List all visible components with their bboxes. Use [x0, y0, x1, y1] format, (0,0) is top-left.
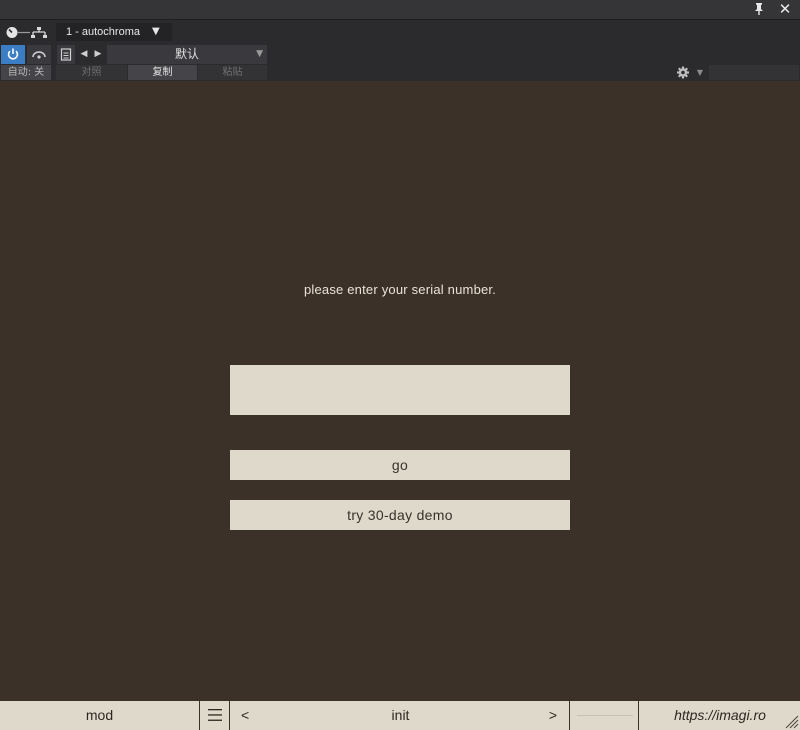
preset-navigator: init < > [231, 701, 570, 730]
mod-button[interactable]: mod [0, 701, 200, 730]
settings-field [709, 65, 799, 80]
track-instance-label: 1 - autochroma [66, 26, 140, 38]
chevron-down-icon: ▼ [256, 49, 263, 59]
document-icon [60, 48, 72, 61]
slider-track [577, 715, 633, 716]
preset-dropdown[interactable]: 默认 ▼ [107, 45, 267, 64]
host-toolbar: 1 - autochroma ▼ ◀ ▶ 默认 ▼ 自动: 关 对照 复制 粘贴 [0, 20, 800, 81]
serial-prompt: please enter your serial number. [303, 282, 497, 297]
demo-button[interactable]: try 30-day demo [230, 500, 570, 530]
power-icon [7, 48, 19, 60]
menu-button[interactable] [201, 701, 230, 730]
plugin-footer: mod init < > https://imagi.ro [0, 700, 800, 730]
settings-button[interactable] [674, 65, 692, 80]
bypass-button[interactable] [27, 45, 51, 64]
go-button[interactable]: go [230, 450, 570, 480]
host-title-strip: ✕ [0, 0, 800, 20]
bypass-icon [32, 51, 46, 59]
gear-icon [677, 66, 689, 79]
chevron-down-icon: ▼ [152, 26, 160, 37]
host-toolbar-row-top: 1 - autochroma ▼ [0, 20, 800, 44]
track-instance-select[interactable]: 1 - autochroma ▼ [56, 23, 172, 41]
host-toolbar-row-middle: ◀ ▶ 默认 ▼ [0, 45, 800, 64]
previous-preset-button[interactable]: ◀ [77, 45, 91, 64]
preset-name[interactable]: init [231, 701, 570, 730]
preset-document-button[interactable] [57, 45, 75, 64]
resize-grip-icon[interactable] [785, 715, 799, 729]
serial-number-input[interactable] [230, 365, 570, 415]
hamburger-menu-icon [208, 709, 222, 721]
next-preset-button[interactable]: ▶ [91, 45, 105, 64]
pin-icon[interactable] [752, 2, 766, 16]
close-icon[interactable]: ✕ [777, 1, 793, 17]
compare-button[interactable]: 对照 [56, 65, 127, 80]
mix-slider[interactable] [571, 701, 639, 730]
copy-button[interactable]: 复制 [128, 65, 197, 80]
knob-icon[interactable] [6, 26, 30, 39]
chevron-down-icon[interactable]: ▼ [693, 65, 707, 80]
automation-status[interactable]: 自动: 关 [1, 65, 51, 80]
next-button[interactable]: > [549, 701, 557, 730]
routing-icon[interactable] [30, 26, 48, 39]
previous-button[interactable]: < [241, 701, 249, 730]
paste-button[interactable]: 粘贴 [198, 65, 267, 80]
plugin-panel: please enter your serial number. go try … [0, 81, 800, 700]
power-button[interactable] [1, 45, 25, 64]
preset-name-label: 默认 [174, 47, 199, 61]
host-toolbar-row-bottom: 自动: 关 对照 复制 粘贴 ▼ [0, 65, 800, 81]
website-link[interactable]: https://imagi.ro [640, 701, 800, 730]
